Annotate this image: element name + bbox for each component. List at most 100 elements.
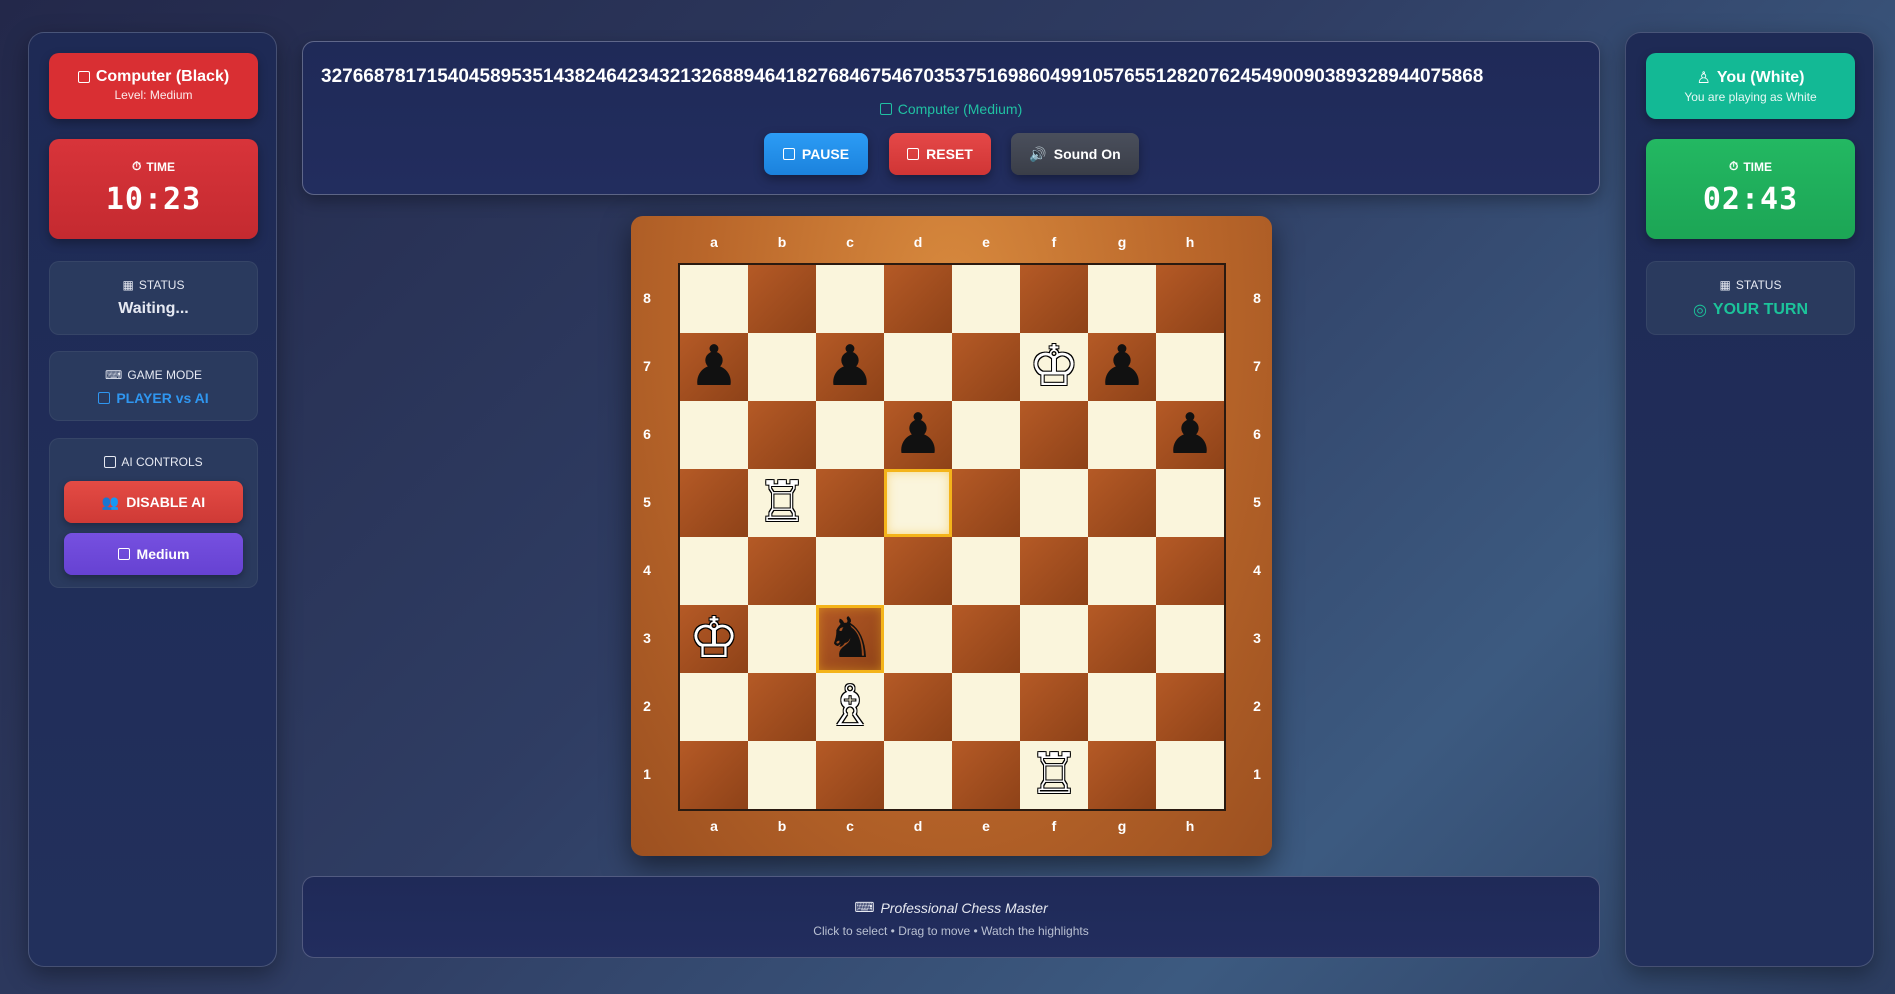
black-timer: ⏱ TIME 10:23 xyxy=(49,139,258,239)
square-a3[interactable]: ♔ xyxy=(680,605,748,673)
square-d7[interactable] xyxy=(884,333,952,401)
black-pawn-icon[interactable]: ♟ xyxy=(1165,407,1215,463)
square-f8[interactable] xyxy=(1020,265,1088,333)
square-g3[interactable] xyxy=(1088,605,1156,673)
square-b4[interactable] xyxy=(748,537,816,605)
square-d4[interactable] xyxy=(884,537,952,605)
black-pawn-icon[interactable]: ♟ xyxy=(689,339,739,395)
black-pawn-icon[interactable]: ♟ xyxy=(1097,339,1147,395)
square-g2[interactable] xyxy=(1088,673,1156,741)
rank-label-1: 1 xyxy=(1253,766,1261,782)
square-b3[interactable] xyxy=(748,605,816,673)
white-king-icon[interactable]: ♔ xyxy=(689,611,739,667)
square-f7[interactable]: ♔ xyxy=(1020,333,1088,401)
square-e7[interactable] xyxy=(952,333,1020,401)
square-h4[interactable] xyxy=(1156,537,1224,605)
rank-label-6: 6 xyxy=(1253,426,1261,442)
pause-label: PAUSE xyxy=(801,146,850,162)
square-a8[interactable] xyxy=(680,265,748,333)
square-h6[interactable]: ♟ xyxy=(1156,401,1224,469)
square-b7[interactable] xyxy=(748,333,816,401)
square-h8[interactable] xyxy=(1156,265,1224,333)
black-pawn-icon[interactable]: ♟ xyxy=(825,339,875,395)
square-d2[interactable] xyxy=(884,673,952,741)
square-e5[interactable] xyxy=(952,469,1020,537)
square-g8[interactable] xyxy=(1088,265,1156,333)
reset-label: RESET xyxy=(926,146,973,162)
footer-hint: Click to select • Drag to move • Watch t… xyxy=(813,924,1089,938)
square-h2[interactable] xyxy=(1156,673,1224,741)
square-d1[interactable] xyxy=(884,741,952,809)
reset-button[interactable]: RESET xyxy=(889,133,991,175)
square-e3[interactable] xyxy=(952,605,1020,673)
square-f2[interactable] xyxy=(1020,673,1088,741)
square-e6[interactable] xyxy=(952,401,1020,469)
rank-label-2: 2 xyxy=(643,698,651,714)
square-e8[interactable] xyxy=(952,265,1020,333)
stopwatch-icon: ⏱ xyxy=(1728,159,1739,173)
square-a4[interactable] xyxy=(680,537,748,605)
square-f4[interactable] xyxy=(1020,537,1088,605)
square-g6[interactable] xyxy=(1088,401,1156,469)
square-b6[interactable] xyxy=(748,401,816,469)
square-b8[interactable] xyxy=(748,265,816,333)
black-pawn-icon[interactable]: ♟ xyxy=(893,407,943,463)
speaker-icon: 🔊 xyxy=(1029,145,1047,162)
square-a1[interactable] xyxy=(680,741,748,809)
square-a6[interactable] xyxy=(680,401,748,469)
ai-level-button[interactable]: Medium xyxy=(64,533,243,575)
disable-ai-button[interactable]: 👥 DISABLE AI xyxy=(64,481,243,523)
sound-toggle-button[interactable]: 🔊 Sound On xyxy=(1011,133,1139,175)
square-g5[interactable] xyxy=(1088,469,1156,537)
square-g7[interactable]: ♟ xyxy=(1088,333,1156,401)
white-king-icon[interactable]: ♔ xyxy=(1029,339,1079,395)
square-g4[interactable] xyxy=(1088,537,1156,605)
square-d6[interactable]: ♟ xyxy=(884,401,952,469)
robot-icon xyxy=(117,548,130,560)
game-header: 3276687817154045895351438246423432132688… xyxy=(302,41,1600,195)
square-b5[interactable]: ♖ xyxy=(748,469,816,537)
square-a5[interactable] xyxy=(680,469,748,537)
square-f3[interactable] xyxy=(1020,605,1088,673)
square-h5[interactable] xyxy=(1156,469,1224,537)
square-f5[interactable] xyxy=(1020,469,1088,537)
square-f1[interactable]: ♖ xyxy=(1020,741,1088,809)
square-e1[interactable] xyxy=(952,741,1020,809)
square-h7[interactable] xyxy=(1156,333,1224,401)
square-b2[interactable] xyxy=(748,673,816,741)
white-rook-icon[interactable]: ♖ xyxy=(1029,747,1079,803)
white-bishop-icon[interactable]: ♗ xyxy=(825,679,875,735)
white-player-card: ♙ You (White) You are playing as White xyxy=(1646,53,1855,119)
square-a7[interactable]: ♟ xyxy=(680,333,748,401)
file-label-d: d xyxy=(913,234,923,250)
white-player-panel: ♙ You (White) You are playing as White ⏱… xyxy=(1625,32,1874,967)
square-d5[interactable] xyxy=(884,469,952,537)
square-d3[interactable] xyxy=(884,605,952,673)
square-h3[interactable] xyxy=(1156,605,1224,673)
square-g1[interactable] xyxy=(1088,741,1156,809)
square-c6[interactable] xyxy=(816,401,884,469)
square-c3[interactable]: ♞ xyxy=(816,605,884,673)
chart-icon: ▦ xyxy=(122,278,134,292)
square-e4[interactable] xyxy=(952,537,1020,605)
chess-board-frame: a a b b c c d d e e f f g g h h 8 8 7 7 6 6 5 5 4 4 3 3 2 2 1 1 ♟ ♟ ♔ ♟ ♟ ♟ ♖… xyxy=(631,216,1272,856)
square-b1[interactable] xyxy=(748,741,816,809)
square-h1[interactable] xyxy=(1156,741,1224,809)
file-label-c: c xyxy=(846,234,854,250)
square-d8[interactable] xyxy=(884,265,952,333)
square-f6[interactable] xyxy=(1020,401,1088,469)
pause-button[interactable]: PAUSE xyxy=(764,133,868,175)
square-a2[interactable] xyxy=(680,673,748,741)
game-mode-value: PLAYER vs AI xyxy=(116,390,209,406)
white-rook-icon[interactable]: ♖ xyxy=(757,475,807,531)
black-knight-icon[interactable]: ♞ xyxy=(825,611,875,667)
square-c5[interactable] xyxy=(816,469,884,537)
square-c8[interactable] xyxy=(816,265,884,333)
ai-controls-card: AI CONTROLS 👥 DISABLE AI Medium xyxy=(49,438,258,588)
square-c4[interactable] xyxy=(816,537,884,605)
square-c1[interactable] xyxy=(816,741,884,809)
chess-board[interactable]: ♟ ♟ ♔ ♟ ♟ ♟ ♖ ♔ ♞ ♗ ♖ xyxy=(678,263,1226,811)
square-e2[interactable] xyxy=(952,673,1020,741)
square-c7[interactable]: ♟ xyxy=(816,333,884,401)
square-c2[interactable]: ♗ xyxy=(816,673,884,741)
